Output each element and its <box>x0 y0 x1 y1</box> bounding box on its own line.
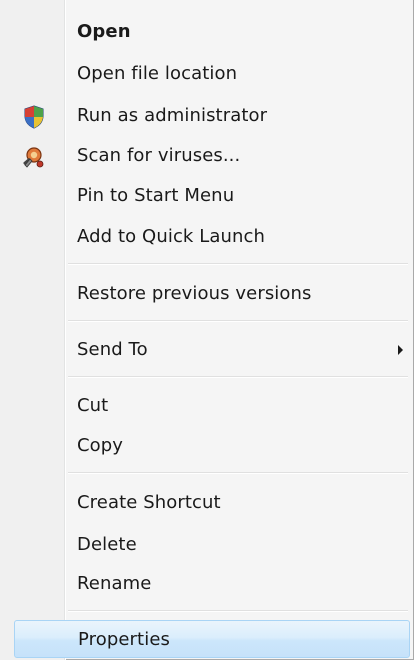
menu-item-label: Scan for viruses... <box>77 145 241 166</box>
menu-item-run-as-administrator[interactable]: Run as administrator <box>0 97 412 135</box>
menu-item-rename[interactable]: Rename <box>0 565 412 603</box>
menu-item-create-shortcut[interactable]: Create Shortcut <box>0 484 412 522</box>
submenu-arrow-icon <box>398 345 403 355</box>
menu-item-label: Open file location <box>77 63 238 84</box>
uac-shield-icon <box>22 105 46 129</box>
menu-item-send-to[interactable]: Send To <box>0 331 412 369</box>
menu-item-label: Rename <box>77 573 152 594</box>
context-menu: Open Open file location Run as administr… <box>0 0 414 660</box>
menu-item-copy[interactable]: Copy <box>0 427 412 465</box>
menu-item-label: Create Shortcut <box>77 492 221 513</box>
menu-separator <box>68 263 408 265</box>
menu-item-delete[interactable]: Delete <box>0 526 412 564</box>
menu-item-label: Send To <box>77 339 148 360</box>
menu-item-restore-previous-versions[interactable]: Restore previous versions <box>0 275 412 313</box>
antivirus-scan-icon <box>20 145 44 169</box>
menu-item-add-to-quick-launch[interactable]: Add to Quick Launch <box>0 218 412 256</box>
menu-item-label: Cut <box>77 395 109 416</box>
menu-separator <box>68 376 408 378</box>
menu-item-label: Open <box>77 21 131 42</box>
menu-separator <box>68 320 408 322</box>
menu-separator <box>68 610 408 612</box>
menu-item-label: Copy <box>77 435 124 456</box>
menu-item-label: Delete <box>77 534 137 555</box>
menu-item-properties[interactable]: Properties <box>14 620 410 658</box>
menu-item-label: Run as administrator <box>77 105 268 126</box>
menu-item-open[interactable]: Open <box>0 13 412 51</box>
menu-item-label: Properties <box>78 629 170 650</box>
menu-item-open-file-location[interactable]: Open file location <box>0 55 412 93</box>
menu-item-pin-to-start-menu[interactable]: Pin to Start Menu <box>0 177 412 215</box>
menu-item-cut[interactable]: Cut <box>0 387 412 425</box>
menu-item-scan-for-viruses[interactable]: Scan for viruses... <box>0 137 412 175</box>
menu-separator <box>68 472 408 474</box>
menu-item-label: Add to Quick Launch <box>77 226 266 247</box>
menu-item-label: Pin to Start Menu <box>77 185 235 206</box>
menu-item-label: Restore previous versions <box>77 283 312 304</box>
